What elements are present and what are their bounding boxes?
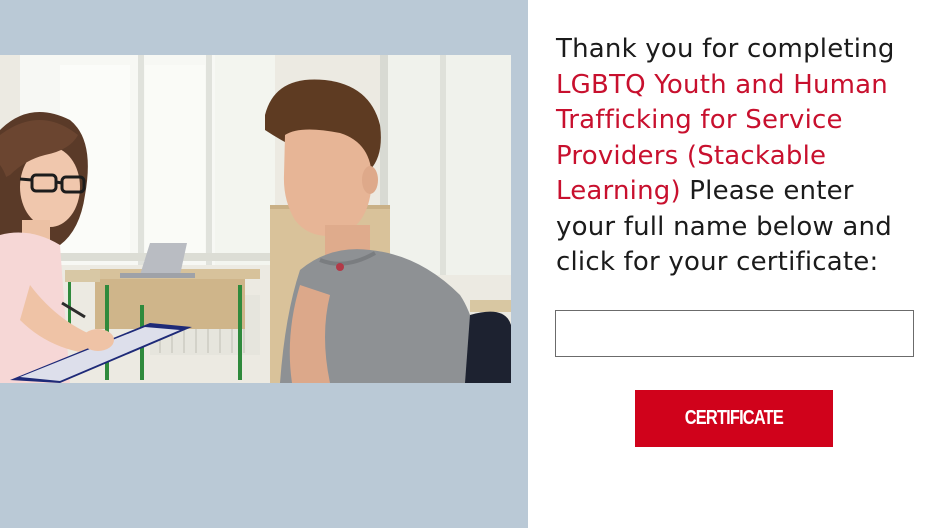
message-intro: Thank you for completing	[556, 34, 895, 64]
certificate-button-label: CERTIFICATE	[684, 407, 784, 429]
full-name-input[interactable]	[555, 310, 914, 357]
certificate-button[interactable]: CERTIFICATE	[635, 390, 833, 447]
certificate-page: Thank you for completing LGBTQ Youth and…	[0, 0, 940, 528]
teacher-student-photo	[0, 55, 511, 383]
left-panel	[0, 0, 528, 528]
message-panel: Thank you for completing LGBTQ Youth and…	[556, 32, 916, 281]
completion-message: Thank you for completing LGBTQ Youth and…	[556, 32, 916, 281]
